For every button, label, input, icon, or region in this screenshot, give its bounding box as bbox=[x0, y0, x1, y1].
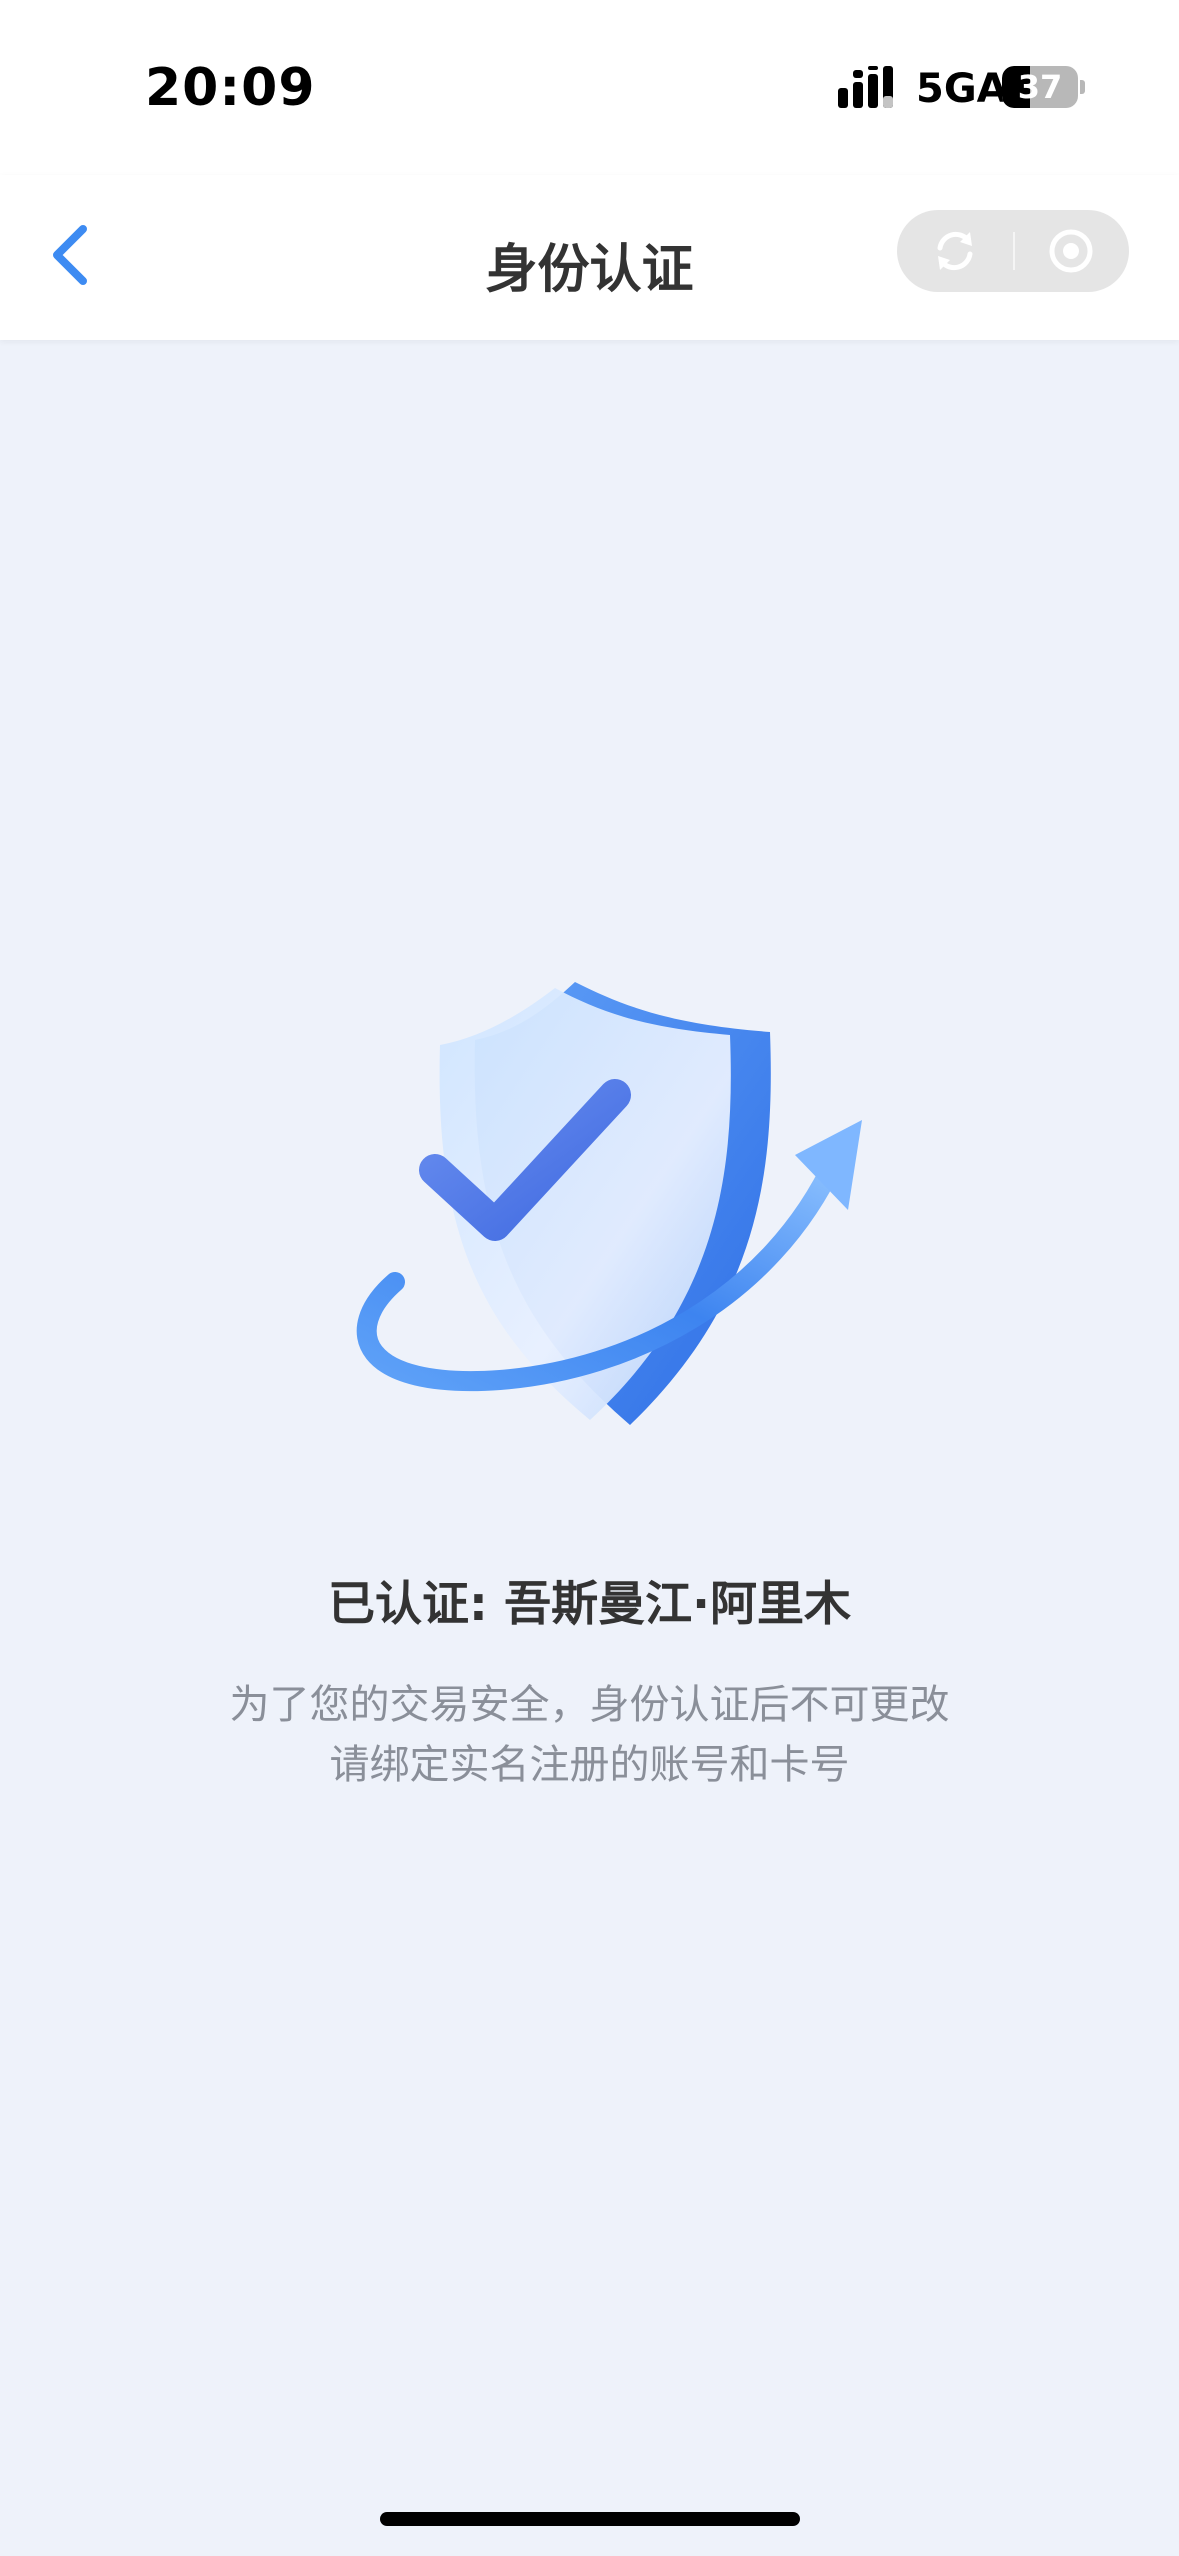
network-type: 5GA bbox=[916, 66, 1008, 112]
shield-check-icon bbox=[356, 982, 862, 1425]
cellular-signal-icon bbox=[838, 66, 893, 108]
verified-name-label: 已认证: 吾斯曼江·阿里木 bbox=[327, 1577, 851, 1632]
status-bar: 20:09 5GA 37 bbox=[0, 0, 1179, 175]
status-time: 20:09 bbox=[145, 58, 316, 118]
record-button[interactable] bbox=[1013, 210, 1129, 292]
description-line-2: 请绑定实名注册的账号和卡号 bbox=[329, 1742, 850, 1788]
home-indicator[interactable] bbox=[380, 2512, 800, 2526]
battery-icon: 37 bbox=[1002, 66, 1086, 108]
refresh-button[interactable] bbox=[897, 210, 1013, 292]
record-icon bbox=[1049, 229, 1093, 273]
battery-level: 37 bbox=[1017, 68, 1063, 106]
mini-program-capsule bbox=[897, 210, 1129, 292]
refresh-icon bbox=[937, 231, 973, 271]
nav-bar: 身份认证 bbox=[0, 175, 1179, 340]
description-line-1: 为了您的交易安全，身份认证后不可更改 bbox=[229, 1682, 950, 1728]
